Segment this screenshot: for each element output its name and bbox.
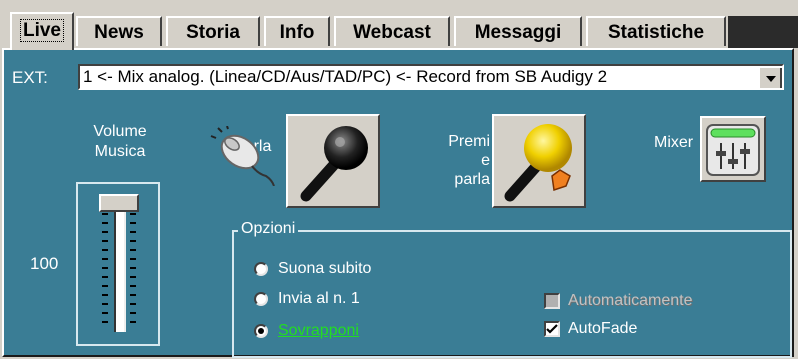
checkbox-label: Automaticamente bbox=[568, 292, 693, 309]
tab-webcast[interactable]: Webcast bbox=[334, 16, 450, 46]
ext-source-select[interactable]: 1 <- Mix analog. (Linea/CD/Aus/TAD/PC) <… bbox=[78, 64, 784, 90]
tab-live-label: Live bbox=[19, 19, 65, 42]
slider-tick bbox=[130, 213, 136, 215]
slider-tick bbox=[130, 303, 136, 305]
dropdown-arrow-icon[interactable] bbox=[758, 66, 782, 88]
radio-label: Invia al n. 1 bbox=[278, 290, 360, 307]
slider-tick bbox=[130, 249, 136, 251]
parla-button[interactable] bbox=[286, 114, 380, 208]
main-window: Live News Storia Info Webcast Messaggi S… bbox=[0, 0, 798, 359]
slider-tick bbox=[102, 240, 108, 242]
premi-line3: parla bbox=[454, 171, 490, 188]
radio-selected-icon bbox=[254, 324, 268, 338]
slider-tick bbox=[130, 267, 136, 269]
slider-tick bbox=[130, 294, 136, 296]
tab-strip-background bbox=[728, 16, 798, 48]
tab-news[interactable]: News bbox=[76, 16, 162, 46]
slider-tick bbox=[130, 240, 136, 242]
volume-slider-track bbox=[114, 198, 126, 332]
slider-tick bbox=[102, 312, 108, 314]
slider-tick bbox=[102, 258, 108, 260]
slider-tick bbox=[130, 276, 136, 278]
checkmark-icon bbox=[544, 321, 560, 337]
microphone-icon bbox=[300, 126, 368, 202]
parla-mouse-area: Parla bbox=[208, 126, 284, 186]
slider-tick bbox=[130, 285, 136, 287]
checkbox-autofade[interactable]: AutoFade bbox=[544, 320, 637, 338]
premi-e-parla-label: Premi e parla bbox=[434, 132, 490, 189]
mouse-icon bbox=[210, 126, 275, 186]
volume-slider[interactable] bbox=[76, 182, 160, 346]
volume-label-line2: Musica bbox=[94, 143, 146, 160]
tab-strip: Live News Storia Info Webcast Messaggi S… bbox=[0, 0, 798, 50]
mixer-label: Mixer bbox=[654, 134, 694, 151]
slider-tick bbox=[102, 213, 108, 215]
ext-label: EXT: bbox=[12, 68, 48, 87]
ext-selected-value: 1 <- Mix analog. (Linea/CD/Aus/TAD/PC) <… bbox=[83, 67, 608, 86]
volume-slider-thumb[interactable] bbox=[99, 194, 139, 212]
checkbox-box-icon bbox=[544, 293, 560, 309]
premi-line1: Premi bbox=[448, 133, 490, 150]
radio-circle-icon bbox=[254, 292, 268, 306]
premi-line2: e bbox=[481, 152, 490, 169]
options-group-title: Opzioni bbox=[238, 220, 299, 238]
mixer-icon bbox=[706, 124, 760, 176]
checkbox-automaticamente[interactable]: Automaticamente bbox=[544, 292, 693, 310]
radio-suona-subito[interactable]: Suona subito bbox=[254, 260, 371, 278]
tab-messaggi[interactable]: Messaggi bbox=[454, 16, 582, 46]
slider-tick bbox=[102, 231, 108, 233]
slider-tick bbox=[130, 321, 136, 323]
slider-tick bbox=[102, 249, 108, 251]
radio-invia-al-n1[interactable]: Invia al n. 1 bbox=[254, 290, 360, 308]
radio-circle-icon bbox=[254, 262, 268, 276]
mixer-button[interactable] bbox=[700, 116, 766, 182]
slider-tick bbox=[130, 231, 136, 233]
yellow-microphone-icon bbox=[504, 124, 572, 202]
tab-storia[interactable]: Storia bbox=[166, 16, 260, 46]
volume-label-line1: Volume bbox=[93, 123, 147, 140]
volume-label: Volume Musica bbox=[90, 122, 150, 162]
slider-tick bbox=[102, 294, 108, 296]
slider-tick bbox=[130, 312, 136, 314]
slider-tick bbox=[102, 276, 108, 278]
slider-tick bbox=[102, 222, 108, 224]
slider-tick bbox=[130, 222, 136, 224]
slider-tick bbox=[102, 285, 108, 287]
radio-label: Sovrapponi bbox=[278, 322, 359, 339]
tab-live[interactable]: Live bbox=[10, 12, 74, 50]
volume-value: 100 bbox=[30, 254, 59, 273]
radio-sovrapponi[interactable]: Sovrapponi bbox=[254, 322, 359, 340]
slider-tick bbox=[102, 321, 108, 323]
tab-info[interactable]: Info bbox=[264, 16, 330, 46]
slider-tick bbox=[130, 258, 136, 260]
tab-statistiche[interactable]: Statistiche bbox=[586, 16, 726, 46]
checkbox-label: AutoFade bbox=[568, 320, 638, 337]
slider-tick bbox=[102, 303, 108, 305]
slider-tick bbox=[102, 267, 108, 269]
premi-e-parla-button[interactable] bbox=[492, 114, 586, 208]
radio-label: Suona subito bbox=[278, 260, 372, 277]
live-panel: EXT: 1 <- Mix analog. (Linea/CD/Aus/TAD/… bbox=[2, 48, 794, 358]
